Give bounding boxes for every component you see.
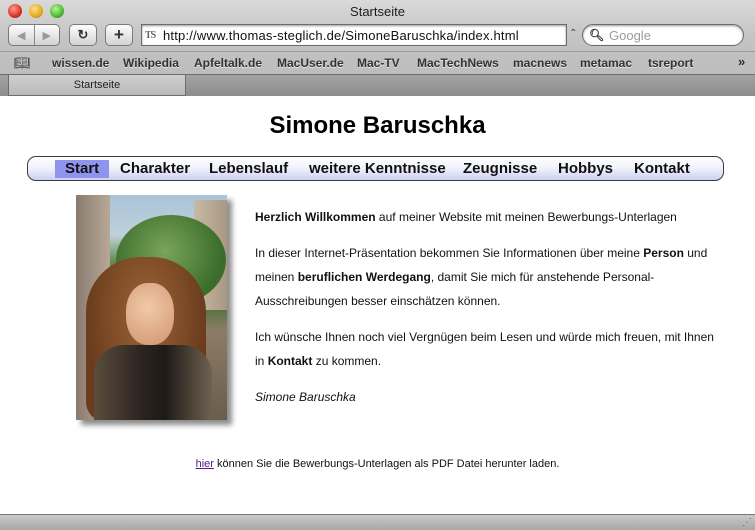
- nav-item-kontakt[interactable]: Kontakt: [634, 160, 690, 178]
- tab-strip: Startseite: [0, 74, 755, 96]
- back-arrow-icon[interactable]: ◀: [9, 29, 34, 42]
- forward-arrow-icon[interactable]: ▶: [35, 29, 60, 42]
- nav-item-kenntnisse[interactable]: weitere Kenntnisse: [309, 160, 446, 178]
- bookmark-item[interactable]: macnews: [513, 56, 567, 70]
- bookmark-item[interactable]: Mac-TV: [357, 56, 400, 70]
- site-favicon-icon: TS: [145, 29, 156, 41]
- nav-item-start[interactable]: Start: [55, 160, 110, 178]
- bookmarks-bar: 📖︎ wissen.de Wikipedia Apfeltalk.de MacU…: [0, 51, 755, 73]
- bookmark-item[interactable]: wissen.de: [52, 56, 109, 70]
- pdf-download-text: können Sie die Bewerbungs-Unterlagen als…: [213, 458, 560, 470]
- main-navigation: Start Charakter Lebenslauf weitere Kennt…: [27, 156, 724, 181]
- add-bookmark-button[interactable]: +: [105, 24, 133, 46]
- portrait-photo: [76, 195, 227, 420]
- bookmark-item[interactable]: Apfeltalk.de: [194, 56, 262, 70]
- signature: Simone Baruschka: [255, 390, 356, 404]
- info-paragraph: In dieser Internet-Präsentation bekommen…: [255, 246, 708, 308]
- nav-item-zeugnisse[interactable]: Zeugnisse: [463, 160, 537, 178]
- browser-chrome: Startseite ◀ ▶ ↻ + TS http://www.thomas-…: [0, 0, 755, 96]
- reload-icon: ↻: [77, 27, 89, 42]
- more-bookmarks-chevron-icon[interactable]: »: [738, 54, 745, 69]
- nav-item-charakter[interactable]: Charakter: [120, 160, 190, 178]
- url-dropdown-icon[interactable]: ⌃: [569, 28, 577, 39]
- plus-icon: +: [114, 25, 124, 44]
- title-bar: Startseite: [0, 0, 755, 22]
- reload-button[interactable]: ↻: [69, 24, 97, 46]
- bookmark-item[interactable]: Wikipedia: [123, 56, 179, 70]
- back-forward-control: ◀ ▶: [8, 24, 60, 46]
- search-field[interactable]: 🔍︎ Google: [582, 24, 744, 46]
- bookmark-item[interactable]: metamac: [580, 56, 632, 70]
- tab-startseite[interactable]: Startseite: [8, 75, 186, 96]
- status-bar: ⋰: [0, 514, 755, 530]
- contact-paragraph: Ich wünsche Ihnen noch viel Vergnügen be…: [255, 330, 714, 368]
- address-bar[interactable]: TS http://www.thomas-steglich.de/SimoneB…: [141, 24, 567, 46]
- page-title: Simone Baruschka: [269, 112, 486, 139]
- intro-text: Herzlich Willkommen auf meiner Website m…: [255, 205, 715, 421]
- resize-grip-icon[interactable]: ⋰: [742, 517, 752, 528]
- window-title: Startseite: [350, 4, 405, 19]
- nav-item-lebenslauf[interactable]: Lebenslauf: [209, 160, 288, 178]
- nav-item-hobbys[interactable]: Hobbys: [558, 160, 613, 178]
- bookmark-item[interactable]: tsreport: [648, 56, 693, 70]
- url-text[interactable]: http://www.thomas-steglich.de/SimoneBaru…: [163, 28, 519, 43]
- welcome-paragraph: Herzlich Willkommen auf meiner Website m…: [255, 210, 677, 224]
- toolbar: ◀ ▶ ↻ + TS http://www.thomas-steglich.de…: [0, 23, 755, 50]
- pdf-download-line: hier können Sie die Bewerbungs-Unterlage…: [0, 458, 755, 470]
- magnifier-icon[interactable]: 🔍︎: [589, 28, 609, 42]
- bookmarks-book-icon[interactable]: 📖︎: [14, 55, 31, 71]
- pdf-download-link[interactable]: hier: [196, 458, 214, 470]
- search-placeholder: Google: [609, 27, 651, 43]
- bookmark-item[interactable]: MacTechNews: [417, 56, 499, 70]
- bookmark-item[interactable]: MacUser.de: [277, 56, 344, 70]
